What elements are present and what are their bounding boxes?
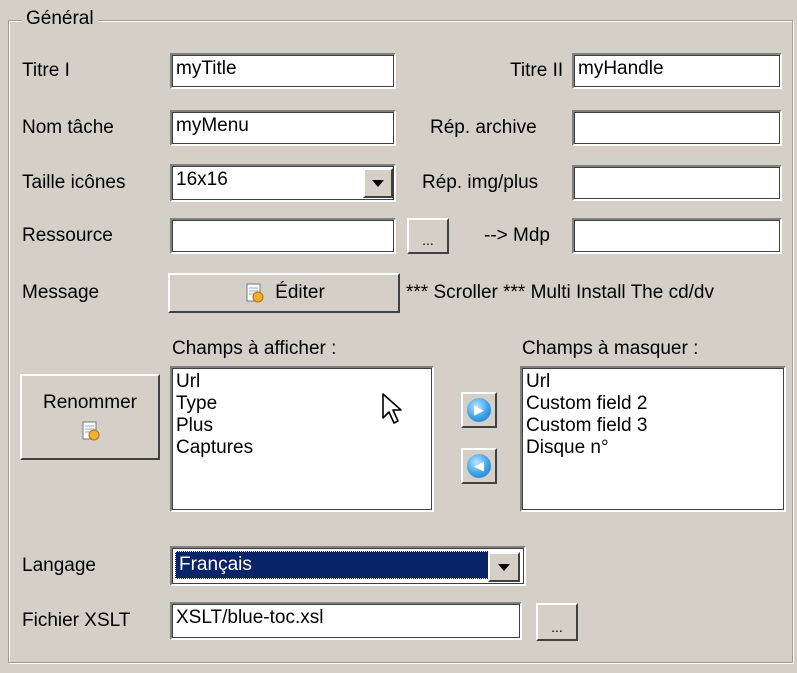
ressource-browse-button[interactable]: ... bbox=[407, 218, 449, 254]
mouse-cursor-icon bbox=[382, 393, 402, 424]
titre1-input[interactable]: myTitle bbox=[170, 53, 396, 89]
rename-button-label: Renommer bbox=[43, 392, 137, 413]
show-fields-label: Champs à afficher : bbox=[172, 338, 337, 359]
list-item[interactable]: Custom field 3 bbox=[526, 415, 780, 437]
arrow-right-icon: ▶ bbox=[467, 398, 491, 422]
titre2-label: Titre II bbox=[510, 60, 564, 81]
titre2-input[interactable]: myHandle bbox=[572, 53, 782, 89]
taille-icones-dropdown-button[interactable] bbox=[363, 168, 393, 198]
chevron-down-icon bbox=[372, 179, 384, 187]
rep-img-label: Rép. img/plus bbox=[422, 172, 539, 193]
list-item[interactable]: Url bbox=[176, 371, 428, 393]
chevron-down-icon bbox=[498, 563, 510, 571]
move-right-button[interactable]: ▶ bbox=[461, 392, 497, 428]
arrow-left-icon: ◀ bbox=[467, 454, 491, 478]
nom-tache-input[interactable]: myMenu bbox=[170, 110, 396, 146]
rep-img-input[interactable] bbox=[572, 165, 782, 201]
langage-selected-value: Français bbox=[175, 551, 489, 579]
edit-document-icon bbox=[246, 283, 264, 303]
move-left-button[interactable]: ◀ bbox=[461, 448, 497, 484]
xslt-input[interactable]: XSLT/blue-toc.xsl bbox=[170, 602, 522, 640]
mdp-label: --> Mdp bbox=[484, 225, 550, 246]
ressource-input[interactable] bbox=[170, 218, 396, 254]
xslt-label: Fichier XSLT bbox=[22, 610, 131, 631]
hide-fields-label: Champs à masquer : bbox=[522, 338, 699, 359]
hide-fields-listbox[interactable]: Url Custom field 2 Custom field 3 Disque… bbox=[520, 366, 786, 512]
taille-icones-value: 16x16 bbox=[176, 169, 228, 190]
nom-tache-label: Nom tâche bbox=[22, 117, 114, 138]
mdp-input[interactable] bbox=[572, 218, 782, 254]
list-item[interactable]: Captures bbox=[176, 437, 428, 459]
taille-icones-label: Taille icônes bbox=[22, 172, 126, 193]
message-preview: *** Scroller *** Multi Install The cd/dv bbox=[406, 282, 714, 303]
langage-select[interactable]: Français bbox=[170, 546, 526, 586]
rename-button[interactable]: Renommer bbox=[20, 374, 160, 460]
list-item[interactable]: Custom field 2 bbox=[526, 393, 780, 415]
langage-label: Langage bbox=[22, 555, 96, 576]
edit-message-button[interactable]: Éditer bbox=[168, 273, 400, 313]
langage-dropdown-button[interactable] bbox=[488, 552, 520, 582]
rename-icon bbox=[82, 421, 100, 441]
group-title: Général bbox=[22, 8, 98, 30]
list-item[interactable]: Disque n° bbox=[526, 437, 780, 459]
ressource-label: Ressource bbox=[22, 225, 113, 246]
titre1-label: Titre I bbox=[22, 60, 70, 81]
message-label: Message bbox=[22, 282, 100, 303]
rep-archive-input[interactable] bbox=[572, 110, 782, 146]
xslt-browse-button[interactable]: ... bbox=[536, 603, 578, 641]
list-item[interactable]: Url bbox=[526, 371, 780, 393]
show-fields-listbox[interactable]: Url Type Plus Captures bbox=[170, 366, 434, 512]
edit-button-label: Éditer bbox=[275, 282, 325, 303]
rep-archive-label: Rép. archive bbox=[430, 117, 537, 138]
